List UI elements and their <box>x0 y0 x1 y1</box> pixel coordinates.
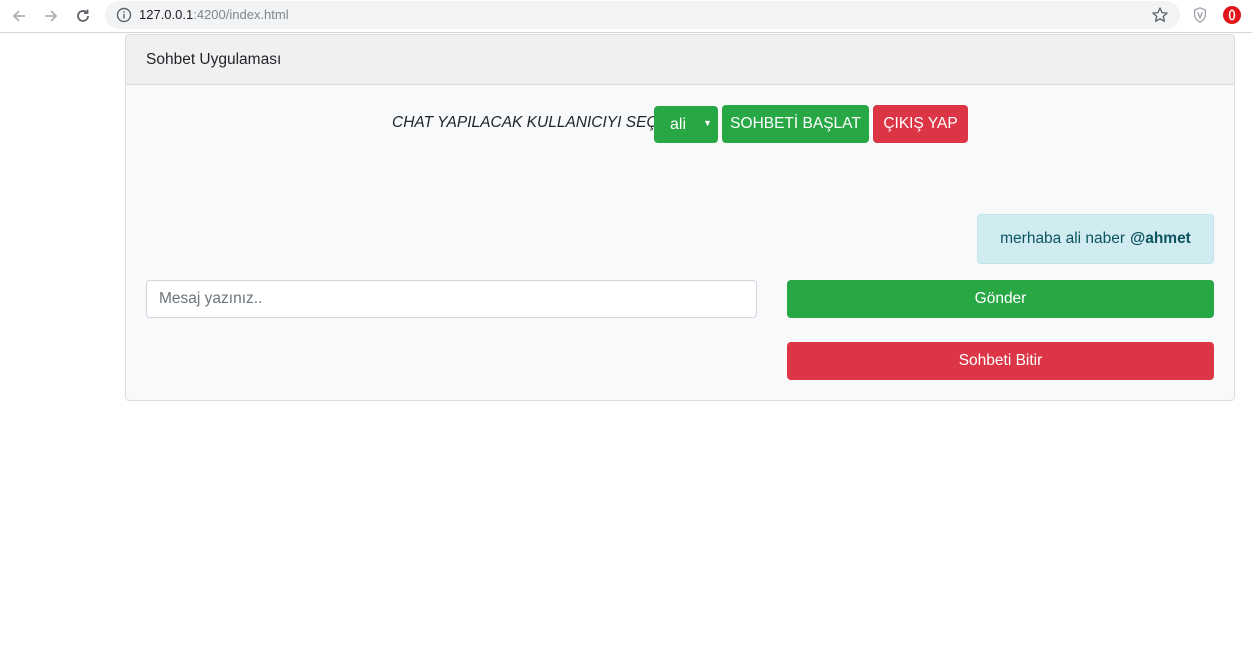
chat-message: merhaba ali naber @ahmet <box>977 214 1214 264</box>
message-input[interactable] <box>146 280 757 318</box>
star-icon[interactable] <box>1151 6 1169 24</box>
app-title: Sohbet Uygulaması <box>146 51 282 68</box>
url-path: :4200/index.html <box>193 7 289 22</box>
browser-toolbar: 127.0.0.1:4200/index.html <box>0 0 1252 33</box>
send-button[interactable]: Gönder <box>787 280 1214 318</box>
url-host: 127.0.0.1 <box>139 7 194 22</box>
user-select-row: CHAT YAPILACAK KULLANICIYI SEÇ ali ▼ SOH… <box>126 105 1234 143</box>
selected-user: ali <box>670 116 687 133</box>
user-select-dropdown[interactable]: ali ▼ <box>654 106 718 143</box>
message-text: merhaba ali naber <box>1000 230 1126 247</box>
opera-extension-icon[interactable] <box>1222 5 1242 25</box>
forward-arrow-icon[interactable] <box>40 5 62 27</box>
card-header: Sohbet Uygulaması <box>126 35 1234 85</box>
address-bar[interactable]: 127.0.0.1:4200/index.html <box>105 1 1180 29</box>
logout-button[interactable]: ÇIKIŞ YAP <box>873 105 968 143</box>
message-sender: @ahmet <box>1130 230 1191 247</box>
start-chat-button[interactable]: SOHBETİ BAŞLAT <box>722 105 869 143</box>
chat-card: Sohbet Uygulaması CHAT YAPILACAK KULLANI… <box>125 34 1235 401</box>
info-icon[interactable] <box>116 7 132 23</box>
reload-icon[interactable] <box>72 5 94 27</box>
url-text[interactable]: 127.0.0.1:4200/index.html <box>139 7 289 22</box>
end-chat-button[interactable]: Sohbeti Bitir <box>787 342 1214 380</box>
caret-down-icon: ▼ <box>703 118 712 128</box>
select-user-label: CHAT YAPILACAK KULLANICIYI SEÇ <box>392 114 658 131</box>
back-arrow-icon[interactable] <box>8 5 30 27</box>
shield-extension-icon[interactable] <box>1190 5 1210 25</box>
